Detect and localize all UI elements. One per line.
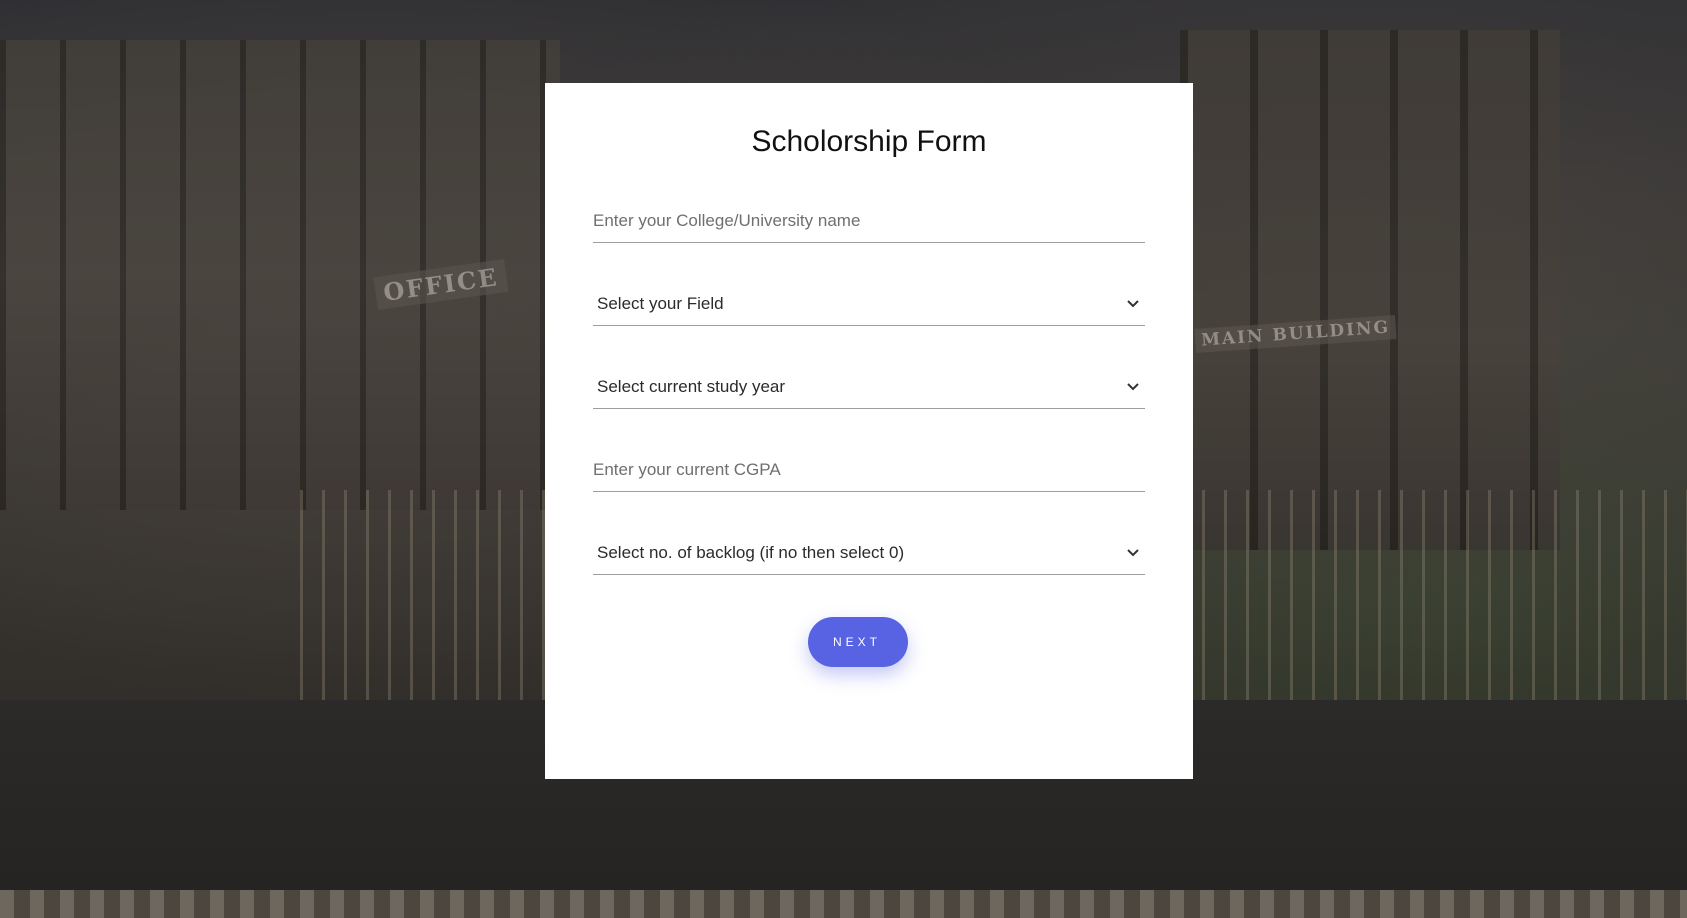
chevron-down-icon xyxy=(1125,379,1141,395)
backlog-select-value: Select no. of backlog (if no then select… xyxy=(597,542,905,562)
college-name-input[interactable] xyxy=(593,199,1145,242)
field-select-value: Select your Field xyxy=(597,293,724,313)
field-select[interactable]: Select your Field xyxy=(593,282,1145,326)
study-year-select[interactable]: Select current study year xyxy=(593,365,1145,409)
background-bottom-strip xyxy=(0,890,1687,918)
chevron-down-icon xyxy=(1125,545,1141,561)
chevron-down-icon xyxy=(1125,296,1141,312)
background-building-right xyxy=(1180,30,1560,550)
form-title: Scholorship Form xyxy=(751,125,987,158)
college-name-field xyxy=(593,199,1145,243)
study-year-select-value: Select current study year xyxy=(597,376,786,396)
next-button[interactable]: NEXT xyxy=(808,617,908,667)
cgpa-input[interactable] xyxy=(593,448,1145,491)
cgpa-field xyxy=(593,448,1145,492)
scholarship-form-card: Scholorship Form Select your Field Selec… xyxy=(545,83,1193,779)
backlog-select[interactable]: Select no. of backlog (if no then select… xyxy=(593,531,1145,575)
